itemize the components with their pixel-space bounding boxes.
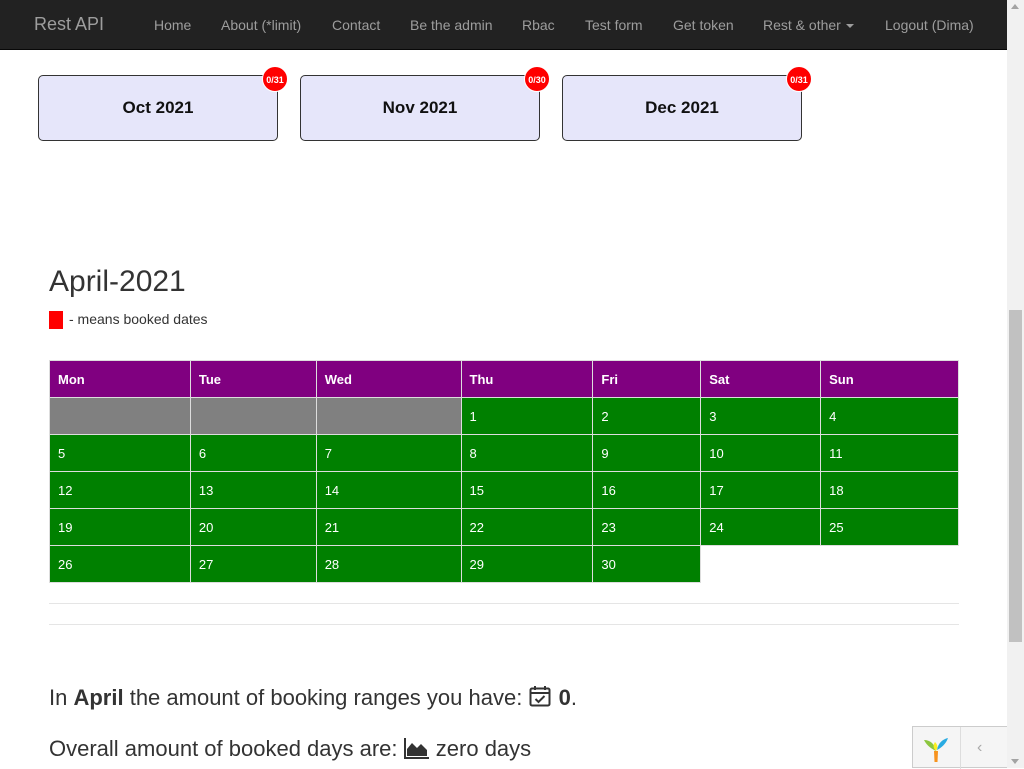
caret-down-icon: [845, 24, 854, 29]
yii-logo-icon[interactable]: [921, 734, 951, 769]
stat-month: April: [73, 685, 124, 710]
nav-rest-other-label: Rest & other: [763, 17, 841, 33]
calendar-day-cell[interactable]: 12: [49, 471, 191, 509]
calendar-empty-cell: [820, 545, 959, 583]
calendar-day-cell[interactable]: 2: [592, 397, 702, 435]
area-chart-icon: [403, 737, 430, 765]
scroll-down-arrow-icon[interactable]: [1011, 759, 1019, 764]
calendar-day-cell[interactable]: 20: [189, 508, 317, 546]
calendar-day-cell[interactable]: 10: [700, 434, 822, 472]
month-card-label: Dec 2021: [645, 98, 719, 117]
stat-text: Overall amount of booked days are:: [49, 736, 404, 761]
booking-ranges-summary: In April the amount of booking ranges yo…: [49, 684, 577, 714]
scrollbar-thumb[interactable]: [1009, 310, 1022, 642]
nav-be-the-admin[interactable]: Be the admin: [410, 17, 493, 33]
booking-count-badge: 0/31: [786, 66, 812, 92]
calendar-day-cell[interactable]: 15: [460, 471, 594, 509]
weekday-header: Sat: [700, 360, 822, 398]
legend-text: - means booked dates: [69, 311, 208, 327]
calendar-day-cell[interactable]: 29: [460, 545, 594, 583]
calendar-day-cell[interactable]: 24: [700, 508, 822, 546]
calendar-table: Mon Tue Wed Thu Fri Sat Sun 1 2 3 4 5 6 …: [49, 360, 959, 583]
divider: [49, 603, 959, 604]
calendar-week-row: 26 27 28 29 30: [49, 545, 959, 583]
booking-count-badge: 0/31: [262, 66, 288, 92]
nav-rest-other-dropdown[interactable]: Rest & other: [763, 17, 854, 33]
weekday-header: Mon: [49, 360, 191, 398]
calendar-day-cell[interactable]: 7: [315, 434, 462, 472]
nav-logout[interactable]: Logout (Dima): [885, 17, 974, 33]
toolbar-separator: [960, 727, 961, 769]
calendar-day-cell[interactable]: 4: [820, 397, 959, 435]
calendar-day-cell[interactable]: 13: [189, 471, 317, 509]
weekday-header: Sun: [820, 360, 959, 398]
divider: [49, 624, 959, 625]
nav-contact[interactable]: Contact: [332, 17, 380, 33]
nav-about[interactable]: About (*limit): [221, 17, 301, 33]
calendar-check-icon: [528, 684, 552, 714]
calendar-day-cell[interactable]: 14: [315, 471, 462, 509]
calendar-week-row: 12 13 14 15 16 17 18: [49, 471, 959, 509]
calendar-day-cell[interactable]: 6: [189, 434, 317, 472]
booking-count-badge: 0/30: [524, 66, 550, 92]
calendar-month-title: April-2021: [49, 265, 186, 298]
stat-text: .: [570, 685, 577, 710]
calendar-day-cell[interactable]: 25: [820, 508, 959, 546]
calendar-day-cell[interactable]: 3: [700, 397, 822, 435]
weekday-header: Tue: [189, 360, 317, 398]
nav-rbac[interactable]: Rbac: [522, 17, 555, 33]
booking-ranges-count: 0: [558, 685, 571, 710]
chevron-left-icon[interactable]: ‹: [977, 739, 982, 757]
stat-text: In: [49, 685, 74, 710]
month-card-nov-2021[interactable]: Nov 2021 0/30: [300, 66, 550, 141]
month-card-dec-2021[interactable]: Dec 2021 0/31: [562, 66, 812, 141]
page-scrollbar[interactable]: [1007, 0, 1024, 768]
brand-link[interactable]: Rest API: [34, 14, 104, 35]
booked-color-swatch: [49, 311, 63, 330]
month-card-label: Oct 2021: [122, 98, 194, 117]
calendar-blank-cell: [189, 397, 317, 435]
nav-home[interactable]: Home: [154, 17, 191, 33]
calendar-day-cell[interactable]: 11: [820, 434, 959, 472]
nav-get-token[interactable]: Get token: [673, 17, 734, 33]
calendar-day-cell[interactable]: 18: [820, 471, 959, 509]
calendar-blank-cell: [49, 397, 191, 435]
calendar-day-cell[interactable]: 23: [592, 508, 702, 546]
calendar-week-row: 1 2 3 4: [49, 397, 959, 435]
calendar-empty-cell: [700, 545, 821, 583]
calendar-day-cell[interactable]: 8: [460, 434, 594, 472]
nav-test-form[interactable]: Test form: [585, 17, 643, 33]
calendar-day-cell[interactable]: 19: [49, 508, 191, 546]
calendar-day-cell[interactable]: 30: [592, 545, 702, 583]
calendar-day-cell[interactable]: 9: [592, 434, 702, 472]
calendar-blank-cell: [315, 397, 462, 435]
calendar-day-cell[interactable]: 21: [315, 508, 462, 546]
calendar-day-cell[interactable]: 16: [592, 471, 702, 509]
calendar-day-cell[interactable]: 26: [49, 545, 191, 583]
top-navbar: Rest API Home About (*limit) Contact Be …: [0, 0, 1007, 50]
month-card-label: Nov 2021: [382, 98, 458, 117]
booked-days-summary: Overall amount of booked days are: zero …: [49, 736, 531, 765]
weekday-header: Fri: [592, 360, 702, 398]
weekday-header: Thu: [460, 360, 594, 398]
calendar-day-cell[interactable]: 5: [49, 434, 191, 472]
weekday-header: Wed: [315, 360, 462, 398]
booked-legend: - means booked dates: [49, 311, 208, 330]
calendar-day-cell[interactable]: 17: [700, 471, 822, 509]
calendar-week-row: 19 20 21 22 23 24 25: [49, 508, 959, 546]
stat-text: the amount of booking ranges you have:: [123, 685, 529, 710]
debug-toolbar: ‹: [912, 726, 1007, 769]
calendar-week-row: 5 6 7 8 9 10 11: [49, 434, 959, 472]
calendar-header-row: Mon Tue Wed Thu Fri Sat Sun: [49, 360, 959, 398]
calendar-day-cell[interactable]: 22: [460, 508, 594, 546]
booked-days-value: zero days: [435, 736, 532, 761]
calendar-day-cell[interactable]: 1: [460, 397, 594, 435]
calendar-day-cell[interactable]: 28: [315, 545, 462, 583]
month-card-oct-2021[interactable]: Oct 2021 0/31: [38, 66, 288, 141]
scroll-up-arrow-icon[interactable]: [1011, 4, 1019, 9]
calendar-day-cell[interactable]: 27: [189, 545, 317, 583]
